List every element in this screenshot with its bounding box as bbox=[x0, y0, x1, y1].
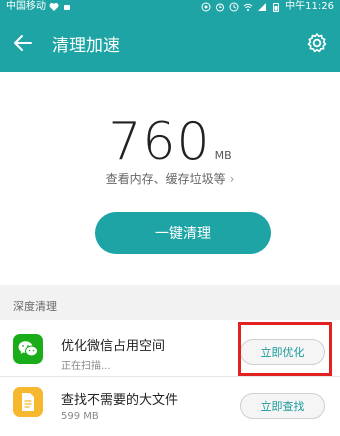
item-subtitle: 正在扫描... bbox=[61, 361, 111, 372]
gear-icon bbox=[307, 33, 327, 53]
view-details-link[interactable]: 查看内存、缓存垃圾等 › bbox=[0, 170, 340, 187]
find-now-button[interactable]: 立即查找 bbox=[240, 393, 325, 419]
junk-size-value: 760 bbox=[108, 112, 211, 172]
signal-icon bbox=[258, 3, 267, 11]
optimize-now-button[interactable]: 立即优化 bbox=[240, 339, 325, 365]
alarm-icon bbox=[216, 3, 225, 12]
back-arrow-icon bbox=[14, 35, 32, 51]
wifi-icon bbox=[243, 3, 253, 11]
heart-icon bbox=[49, 3, 59, 11]
list-item-wechat[interactable]: 优化微信占用空间 正在扫描... 立即优化 bbox=[0, 320, 340, 376]
view-details-label: 查看内存、缓存垃圾等 bbox=[105, 172, 226, 186]
status-bar: 中国移动 中午11:26 bbox=[0, 0, 340, 14]
carrier-label: 中国移动 bbox=[6, 1, 46, 12]
item-subtitle: 599 MB bbox=[61, 411, 99, 422]
junk-size-unit: MB bbox=[214, 149, 232, 162]
one-click-clean-button[interactable]: 一键清理 bbox=[95, 212, 271, 254]
location-icon bbox=[201, 2, 211, 12]
clock-label: 中午11:26 bbox=[285, 1, 334, 12]
wechat-icon bbox=[13, 334, 43, 364]
list-item-large-files[interactable]: 查找不需要的大文件 599 MB 立即查找 bbox=[0, 376, 340, 436]
back-button[interactable] bbox=[0, 14, 46, 72]
app-bar: 清理加速 bbox=[0, 14, 340, 72]
item-title: 查找不需要的大文件 bbox=[61, 393, 179, 408]
chevron-right-icon: › bbox=[229, 172, 235, 186]
page-title: 清理加速 bbox=[52, 35, 120, 56]
timer-icon bbox=[229, 2, 239, 12]
junk-size: 760 MB bbox=[0, 116, 340, 168]
item-title: 优化微信占用空间 bbox=[61, 339, 166, 354]
hero-panel: 760 MB 查看内存、缓存垃圾等 › 一键清理 bbox=[0, 72, 340, 285]
file-icon bbox=[13, 387, 43, 417]
deep-clean-list: 优化微信占用空间 正在扫描... 立即优化 查找不需要的大文件 599 MB 立… bbox=[0, 320, 340, 436]
settings-button[interactable] bbox=[294, 14, 340, 72]
android-icon bbox=[64, 5, 70, 10]
section-header-deep-clean: 深度清理 bbox=[13, 300, 57, 313]
battery-icon bbox=[273, 3, 280, 12]
